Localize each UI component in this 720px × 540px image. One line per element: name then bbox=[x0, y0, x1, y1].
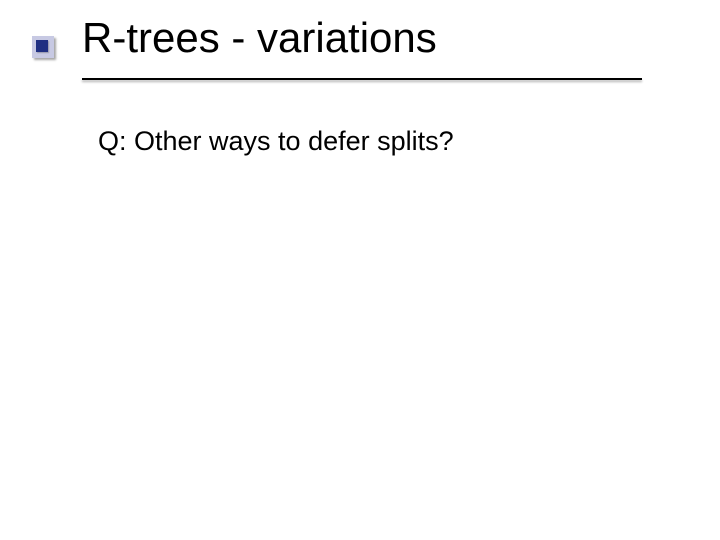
slide-title: R-trees - variations bbox=[82, 14, 437, 62]
square-bullet-icon bbox=[32, 36, 54, 58]
title-underline bbox=[82, 78, 642, 80]
slide-body-text: Q: Other ways to defer splits? bbox=[98, 126, 454, 157]
slide: R-trees - variations Q: Other ways to de… bbox=[0, 0, 720, 540]
bullet-inner-square bbox=[36, 40, 48, 52]
